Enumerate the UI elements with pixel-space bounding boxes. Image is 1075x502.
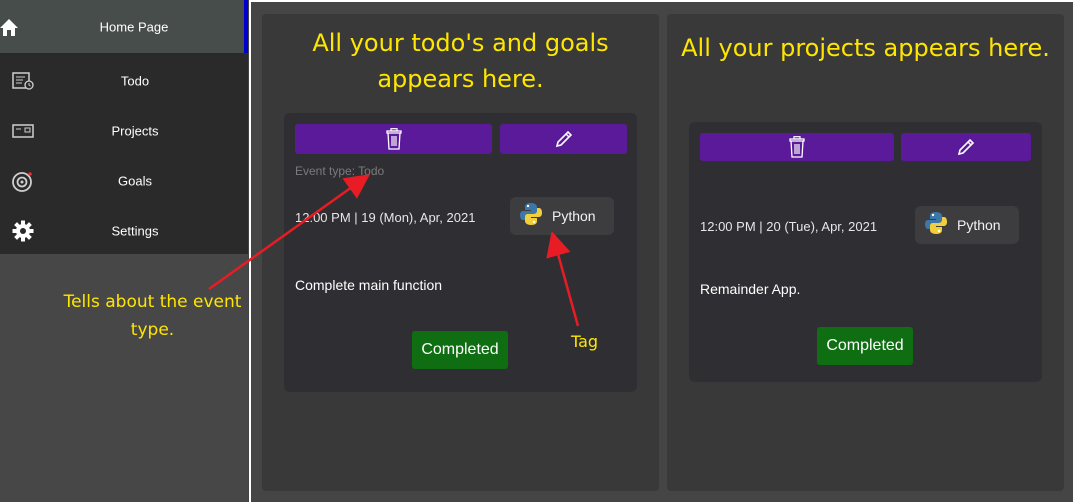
todo-panel-title: All your todo's and goals appears here. (312, 29, 609, 93)
sidebar: Home Page Todo Projects Goals Settings T… (0, 0, 248, 502)
tag-chip[interactable]: Python (915, 206, 1019, 244)
sidebar-item-todo[interactable]: Todo (0, 56, 248, 106)
python-icon (923, 210, 949, 241)
sidebar-item-label: Projects (111, 123, 159, 139)
sidebar-item-label: Todo (120, 73, 150, 89)
sidebar-item-goals[interactable]: Goals (0, 156, 248, 206)
event-description: Complete main function (295, 277, 443, 293)
pencil-icon (554, 129, 574, 149)
python-icon (518, 201, 544, 232)
sidebar-item-settings[interactable]: Settings (0, 206, 248, 256)
edit-button[interactable] (500, 124, 627, 154)
trash-icon (384, 128, 404, 150)
event-datetime: 12:00 PM | 20 (Tue), Apr, 2021 (700, 219, 878, 234)
status-button[interactable]: Completed (817, 327, 913, 365)
sidebar-item-label: Home Page (99, 19, 169, 34)
delete-button[interactable] (295, 124, 492, 154)
projects-panel: All your projects appears here. 12:00 PM… (667, 14, 1064, 491)
event-datetime: 12:00 PM | 19 (Mon), Apr, 2021 (295, 210, 476, 225)
sidebar-nav: Home Page Todo Projects Goals Settings (0, 0, 248, 254)
tag-label: Python (552, 208, 596, 224)
event-description: Remainder App. (700, 281, 801, 297)
pencil-icon (956, 137, 976, 157)
tag-annotation: Tag (571, 332, 599, 351)
delete-button[interactable] (700, 133, 894, 161)
sidebar-item-label: Settings (111, 223, 159, 239)
event-type-annotation: Tells about the event type. (63, 292, 242, 340)
sidebar-item-home[interactable]: Home Page (0, 0, 248, 53)
event-type-label: Event type: Todo (295, 164, 385, 178)
projects-panel-title: All your projects appears here. (681, 34, 1050, 62)
status-button[interactable]: Completed (412, 331, 508, 369)
edit-button[interactable] (901, 133, 1031, 161)
main-area: All your todo's and goals appears here. … (249, 0, 1075, 502)
sidebar-item-label: Goals (118, 173, 152, 189)
sidebar-item-projects[interactable]: Projects (0, 106, 248, 156)
todo-panel: All your todo's and goals appears here. … (262, 14, 659, 491)
project-card: 12:00 PM | 20 (Tue), Apr, 2021 Python Re… (689, 122, 1042, 382)
trash-icon (787, 136, 807, 158)
tag-label: Python (957, 217, 1001, 233)
tag-chip[interactable]: Python (510, 197, 614, 235)
